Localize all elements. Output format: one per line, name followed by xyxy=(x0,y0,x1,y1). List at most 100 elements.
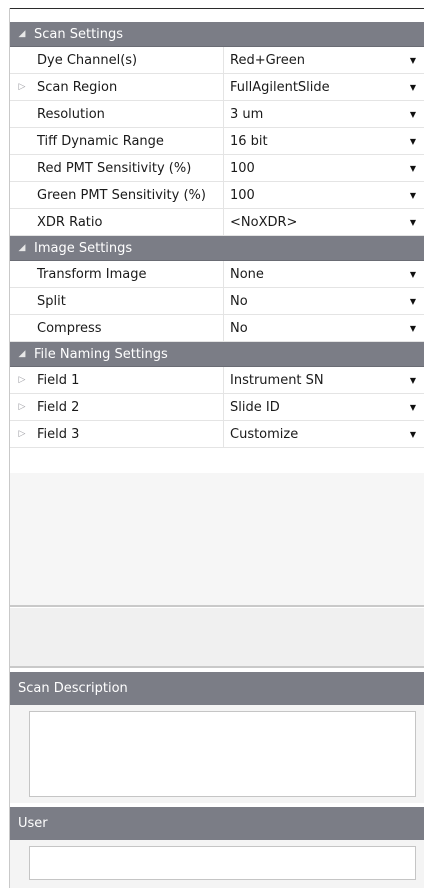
property-value: 3 um xyxy=(230,106,264,122)
category-title: Image Settings xyxy=(34,240,133,256)
property-row[interactable]: Green PMT Sensitivity (%) 100 ▼ xyxy=(10,182,424,209)
row-gutter xyxy=(10,47,34,73)
property-value: No xyxy=(230,320,248,336)
dropdown-arrow-icon[interactable]: ▼ xyxy=(410,110,416,119)
row-gutter xyxy=(10,315,34,341)
dropdown-arrow-icon[interactable]: ▼ xyxy=(410,270,416,279)
property-value-dropdown[interactable]: Instrument SN ▼ xyxy=(224,367,424,393)
expand-triangle-icon[interactable]: ▷ xyxy=(10,367,34,393)
dropdown-arrow-icon[interactable]: ▼ xyxy=(410,137,416,146)
dropdown-arrow-icon[interactable]: ▼ xyxy=(410,297,416,306)
row-gutter xyxy=(10,182,34,208)
property-value: 100 xyxy=(230,187,255,203)
dropdown-arrow-icon[interactable]: ▼ xyxy=(410,218,416,227)
dropdown-arrow-icon[interactable]: ▼ xyxy=(410,376,416,385)
property-name: Split xyxy=(34,288,224,314)
property-name: Red PMT Sensitivity (%) xyxy=(34,155,224,181)
user-input[interactable] xyxy=(29,846,416,880)
property-name: Transform Image xyxy=(34,261,224,287)
property-name: Scan Region xyxy=(34,74,224,100)
property-name: Resolution xyxy=(34,101,224,127)
property-value: No xyxy=(230,293,248,309)
row-gutter xyxy=(10,155,34,181)
row-gutter xyxy=(10,101,34,127)
property-name: Green PMT Sensitivity (%) xyxy=(34,182,224,208)
property-value-dropdown[interactable]: 16 bit ▼ xyxy=(224,128,424,154)
property-row[interactable]: Red PMT Sensitivity (%) 100 ▼ xyxy=(10,155,424,182)
dropdown-arrow-icon[interactable]: ▼ xyxy=(410,324,416,333)
property-value-dropdown[interactable]: No ▼ xyxy=(224,315,424,341)
expand-triangle-icon[interactable]: ▷ xyxy=(10,74,34,100)
property-row[interactable]: Resolution 3 um ▼ xyxy=(10,101,424,128)
property-row[interactable]: ▷ Scan Region FullAgilentSlide ▼ xyxy=(10,74,424,101)
property-value: FullAgilentSlide xyxy=(230,79,330,95)
property-row[interactable]: XDR Ratio <NoXDR> ▼ xyxy=(10,209,424,236)
row-gutter xyxy=(10,209,34,235)
property-value-dropdown[interactable]: FullAgilentSlide ▼ xyxy=(224,74,424,100)
property-value: 16 bit xyxy=(230,133,268,149)
property-name: Dye Channel(s) xyxy=(34,47,224,73)
property-row[interactable]: Transform Image None ▼ xyxy=(10,261,424,288)
property-help-box xyxy=(10,608,424,666)
property-row[interactable]: Dye Channel(s) Red+Green ▼ xyxy=(10,47,424,74)
help-box-separator xyxy=(10,666,424,668)
property-value: Customize xyxy=(230,426,299,442)
user-label: User xyxy=(18,816,48,831)
property-value-dropdown[interactable]: None ▼ xyxy=(224,261,424,287)
scan-description-label: Scan Description xyxy=(18,681,128,696)
category-header[interactable]: ◢ Image Settings xyxy=(10,236,424,261)
expand-triangle-icon[interactable]: ▷ xyxy=(10,421,34,447)
property-value-dropdown[interactable]: Slide ID ▼ xyxy=(224,394,424,420)
dropdown-arrow-icon[interactable]: ▼ xyxy=(410,164,416,173)
collapse-triangle-icon[interactable]: ◢ xyxy=(10,349,34,359)
property-value: Red+Green xyxy=(230,52,305,68)
dropdown-arrow-icon[interactable]: ▼ xyxy=(410,403,416,412)
user-body xyxy=(10,840,424,888)
property-name: Field 1 xyxy=(34,367,224,393)
property-value: Instrument SN xyxy=(230,372,324,388)
panel-top-border xyxy=(10,8,424,9)
expand-triangle-icon[interactable]: ▷ xyxy=(10,394,34,420)
property-name: XDR Ratio xyxy=(34,209,224,235)
category-header[interactable]: ◢ Scan Settings xyxy=(10,22,424,47)
dropdown-arrow-icon[interactable]: ▼ xyxy=(410,56,416,65)
dropdown-arrow-icon[interactable]: ▼ xyxy=(410,83,416,92)
property-name: Field 2 xyxy=(34,394,224,420)
property-row[interactable]: ▷ Field 3 Customize ▼ xyxy=(10,421,424,448)
property-row[interactable]: Tiff Dynamic Range 16 bit ▼ xyxy=(10,128,424,155)
property-row[interactable]: Split No ▼ xyxy=(10,288,424,315)
row-gutter xyxy=(10,288,34,314)
category-title: Scan Settings xyxy=(34,26,124,42)
property-row[interactable]: Compress No ▼ xyxy=(10,315,424,342)
property-value-dropdown[interactable]: Customize ▼ xyxy=(224,421,424,447)
property-value-dropdown[interactable]: No ▼ xyxy=(224,288,424,314)
property-row[interactable]: ▷ Field 2 Slide ID ▼ xyxy=(10,394,424,421)
grid-splitter[interactable] xyxy=(10,605,424,607)
dropdown-arrow-icon[interactable]: ▼ xyxy=(410,191,416,200)
scan-description-header: Scan Description xyxy=(10,672,424,705)
property-name: Compress xyxy=(34,315,224,341)
property-row[interactable]: ▷ Field 1 Instrument SN ▼ xyxy=(10,367,424,394)
property-value-dropdown[interactable]: 100 ▼ xyxy=(224,155,424,181)
property-value: Slide ID xyxy=(230,399,280,415)
category-header[interactable]: ◢ File Naming Settings xyxy=(10,342,424,367)
row-gutter xyxy=(10,261,34,287)
property-value: None xyxy=(230,266,264,282)
user-header: User xyxy=(10,807,424,840)
row-gutter xyxy=(10,128,34,154)
property-value-dropdown[interactable]: <NoXDR> ▼ xyxy=(224,209,424,235)
scan-settings-panel: ◢ Scan Settings Dye Channel(s) Red+Green ▼ ▷ S… xyxy=(9,8,424,888)
property-value-dropdown[interactable]: 3 um ▼ xyxy=(224,101,424,127)
property-name: Field 3 xyxy=(34,421,224,447)
collapse-triangle-icon[interactable]: ◢ xyxy=(10,243,34,253)
collapse-triangle-icon[interactable]: ◢ xyxy=(10,29,34,39)
property-value: <NoXDR> xyxy=(230,214,298,230)
property-value-dropdown[interactable]: 100 ▼ xyxy=(224,182,424,208)
dropdown-arrow-icon[interactable]: ▼ xyxy=(410,430,416,439)
property-grid-empty-area xyxy=(10,473,424,605)
property-name: Tiff Dynamic Range xyxy=(34,128,224,154)
property-value: 100 xyxy=(230,160,255,176)
scan-description-textarea[interactable] xyxy=(29,711,416,797)
category-title: File Naming Settings xyxy=(34,346,168,362)
property-value-dropdown[interactable]: Red+Green ▼ xyxy=(224,47,424,73)
